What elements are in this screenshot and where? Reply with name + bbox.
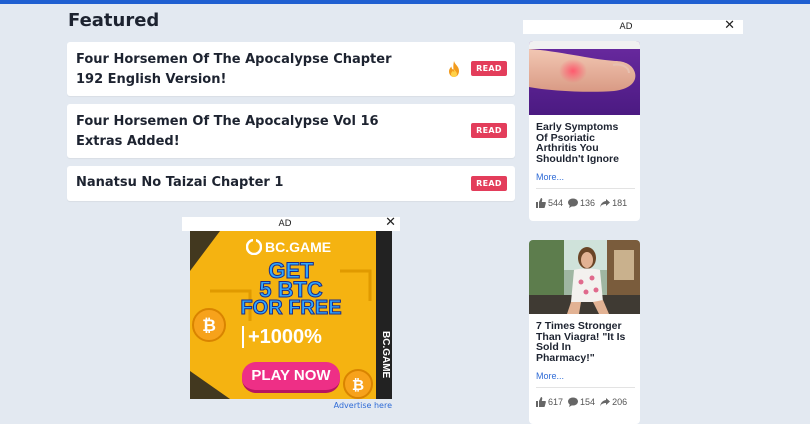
bitcoin-icon: ₿: [192, 308, 226, 342]
ad-label: AD: [619, 22, 633, 32]
read-badge[interactable]: READ: [471, 61, 507, 76]
finger-joint-image: [529, 41, 640, 115]
section-title: Featured: [68, 10, 160, 31]
bcgame-logo-icon: [246, 239, 262, 255]
divider: [536, 387, 635, 388]
recommendation-card[interactable]: Early Symptoms Of Psoriatic Arthritis Yo…: [529, 41, 640, 221]
divider: [536, 188, 635, 189]
likes-count: 544: [548, 198, 564, 208]
ad-creative[interactable]: BC.GAME GET 5 BTC FOR FREE +1000% PLAY N…: [190, 231, 392, 399]
ad-brand: BC.GAME: [246, 239, 331, 255]
featured-item[interactable]: Four Horsemen Of The Apocalypse Vol 16 E…: [67, 104, 515, 158]
side-ad-header: AD ✕: [523, 19, 743, 34]
more-link[interactable]: More...: [536, 371, 564, 381]
share-icon[interactable]: [600, 198, 611, 208]
advertise-link[interactable]: Advertise here: [334, 401, 392, 410]
featured-title[interactable]: Four Horsemen Of The Apocalypse Vol 16 E…: [76, 112, 379, 152]
comments-count: 154: [580, 397, 596, 407]
recommendation-stats: 617 154 206: [536, 397, 627, 407]
more-link[interactable]: More...: [536, 172, 564, 182]
featured-item[interactable]: Four Horsemen Of The Apocalypse Chapter …: [67, 42, 515, 96]
likes-count: 617: [548, 397, 564, 407]
ad-bonus: +1000%: [248, 326, 322, 348]
ad-side-brand: BC.GAME: [380, 331, 391, 379]
ad-header: AD ✕: [182, 216, 400, 231]
svg-text:₿: ₿: [352, 376, 364, 394]
recommendation-title[interactable]: Early Symptoms Of Psoriatic Arthritis Yo…: [536, 122, 636, 164]
recommendation-image[interactable]: [529, 240, 640, 314]
play-now-button[interactable]: PLAY NOW: [242, 362, 340, 393]
bitcoin-icon: ₿: [343, 369, 373, 399]
featured-title[interactable]: Four Horsemen Of The Apocalypse Chapter …: [76, 50, 392, 90]
close-icon[interactable]: ✕: [724, 19, 735, 33]
comment-icon[interactable]: [568, 397, 579, 407]
read-badge[interactable]: READ: [471, 176, 507, 191]
top-accent-bar: [0, 0, 810, 4]
featured-title[interactable]: Nanatsu No Taizai Chapter 1: [76, 173, 283, 193]
ad-headline: GET 5 BTC FOR FREE: [240, 258, 342, 319]
thumbs-up-icon[interactable]: [536, 198, 546, 208]
shares-count: 181: [612, 198, 628, 208]
svg-text:₿: ₿: [202, 316, 216, 336]
share-icon[interactable]: [600, 397, 611, 407]
featured-item[interactable]: Nanatsu No Taizai Chapter 1 READ: [67, 166, 515, 201]
divider: [242, 326, 244, 348]
woman-photo-image: [529, 240, 640, 314]
comment-icon[interactable]: [568, 198, 579, 208]
thumbs-up-icon[interactable]: [536, 397, 546, 407]
bottom-ad: AD ✕ BC.GAME GET 5 BTC FOR FREE +1000% P…: [182, 216, 400, 413]
read-badge[interactable]: READ: [471, 123, 507, 138]
ad-label: AD: [278, 219, 292, 229]
shares-count: 206: [612, 397, 628, 407]
recommendation-image[interactable]: [529, 41, 640, 115]
comments-count: 136: [580, 198, 596, 208]
close-icon[interactable]: ✕: [385, 216, 396, 230]
recommendation-title[interactable]: 7 Times Stronger Than Viagra! "It Is Sol…: [536, 321, 636, 363]
fire-icon: [449, 61, 459, 77]
recommendation-stats: 544 136 181: [536, 198, 627, 208]
recommendation-card[interactable]: 7 Times Stronger Than Viagra! "It Is Sol…: [529, 240, 640, 424]
